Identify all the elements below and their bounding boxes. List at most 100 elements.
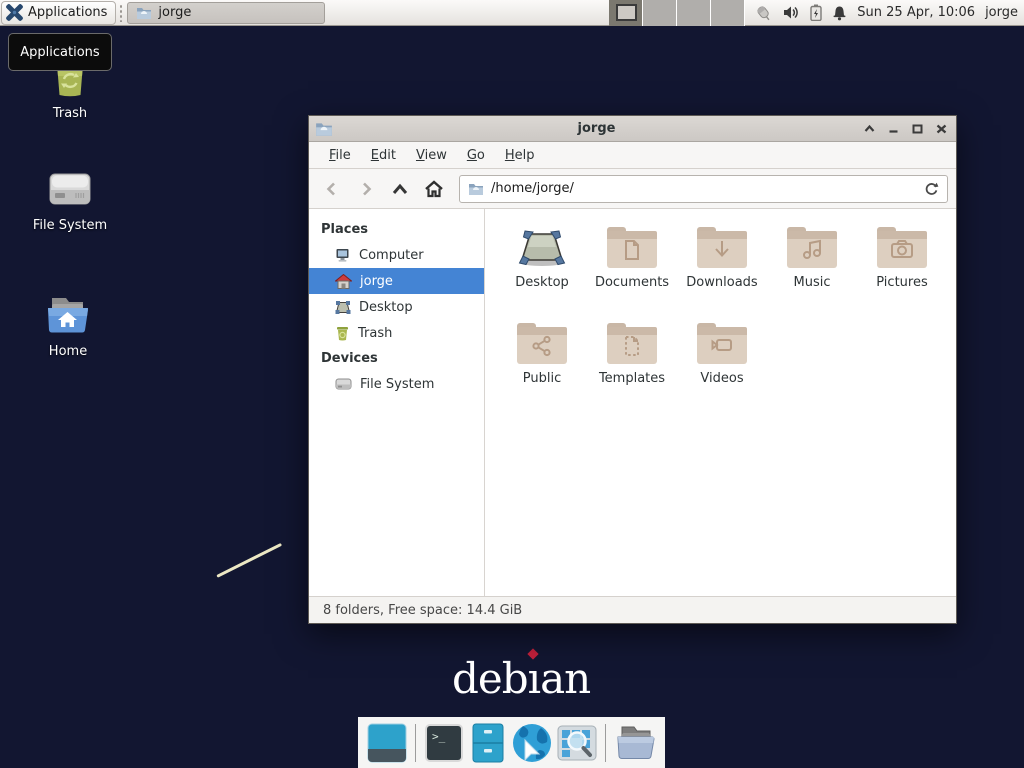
workspace-switcher — [609, 0, 745, 26]
file-item-downloads[interactable]: Downloads — [677, 227, 767, 323]
terminal-launcher[interactable]: >_ — [424, 722, 464, 764]
panel-clock[interactable]: Sun 25 Apr, 10:06 — [857, 5, 975, 20]
sidebar-item-trash[interactable]: Trash — [309, 320, 484, 346]
sidebar-item-label: jorge — [360, 274, 393, 289]
applications-menu-button[interactable]: Applications — [1, 1, 116, 25]
maximize-button[interactable] — [908, 120, 926, 138]
file-item-music[interactable]: Music — [767, 227, 857, 323]
debian-wallpaper-logo: debıan — [452, 658, 590, 700]
workspace-window-thumbnail — [616, 4, 637, 21]
taskbar-window-label: jorge — [158, 5, 191, 20]
menu-file[interactable]: File — [319, 144, 361, 167]
file-item-label: Pictures — [876, 275, 927, 290]
file-item-label: Desktop — [515, 275, 569, 290]
toolbar: /home/jorge/ — [309, 169, 956, 209]
desktop-icon-file-system[interactable]: File System — [22, 170, 118, 233]
public-folder-icon — [517, 323, 567, 364]
hard-drive-icon — [335, 377, 352, 391]
computer-icon — [335, 248, 351, 263]
pictures-folder-icon — [877, 227, 927, 268]
file-item-documents[interactable]: Documents — [587, 227, 677, 323]
sidebar-header-places: Places — [309, 217, 484, 242]
status-bar: 8 folders, Free space: 14.4 GiB — [309, 596, 956, 623]
file-item-label: Public — [523, 371, 561, 386]
sidebar-item-desktop[interactable]: Desktop — [309, 294, 484, 320]
directory-menu-launcher[interactable] — [614, 722, 656, 764]
home-icon — [335, 274, 352, 289]
file-item-label: Downloads — [686, 275, 757, 290]
sidebar-item-label: Trash — [358, 326, 392, 341]
desktop-icon-label: File System — [33, 218, 107, 233]
notifications-bell-icon[interactable] — [832, 5, 847, 21]
window-controls — [860, 120, 950, 138]
terminal-prompt-glyph: >_ — [432, 730, 446, 743]
music-folder-icon — [787, 227, 837, 268]
file-item-label: Documents — [595, 275, 669, 290]
volume-icon[interactable] — [783, 5, 800, 20]
location-bar[interactable]: /home/jorge/ — [459, 175, 948, 203]
tooltip-text: Applications — [20, 45, 99, 60]
menu-view[interactable]: View — [406, 144, 457, 167]
desktop-icon — [335, 300, 351, 315]
shade-button[interactable] — [860, 120, 878, 138]
sidebar-item-jorge-home[interactable]: jorge — [309, 268, 484, 294]
window-title: jorge — [333, 121, 860, 136]
file-item-templates[interactable]: Templates — [587, 323, 677, 419]
panel-username[interactable]: jorge — [985, 5, 1018, 20]
close-button[interactable] — [932, 120, 950, 138]
home-button[interactable] — [419, 175, 449, 203]
menu-go[interactable]: Go — [457, 144, 495, 167]
reload-icon[interactable] — [924, 181, 939, 196]
file-item-label: Music — [794, 275, 831, 290]
workspace-4[interactable] — [711, 0, 745, 26]
sidebar: Places Computer — [309, 209, 485, 596]
folder-icon — [136, 6, 152, 20]
sidebar-item-label: File System — [360, 377, 434, 392]
workspace-3[interactable] — [677, 0, 711, 26]
minimize-button[interactable] — [884, 120, 902, 138]
file-manager-launcher[interactable] — [468, 722, 507, 764]
debian-logo-text: deb — [452, 654, 528, 703]
battery-icon[interactable] — [810, 4, 822, 21]
sidebar-item-label: Computer — [359, 248, 424, 263]
sidebar-item-file-system[interactable]: File System — [309, 371, 484, 397]
window-icon-folder — [315, 121, 333, 137]
debian-logo-text: ı — [528, 654, 540, 703]
desktop-icon-label: Trash — [53, 106, 87, 121]
panel-grip-handle[interactable] — [119, 4, 124, 22]
desktop-icon-home[interactable]: Home — [20, 294, 116, 359]
hard-drive-icon — [46, 170, 94, 210]
menu-bar: File Edit View Go Help — [309, 142, 956, 169]
file-item-pictures[interactable]: Pictures — [857, 227, 947, 323]
menu-edit[interactable]: Edit — [361, 144, 406, 167]
xfce-menu-icon — [6, 4, 23, 21]
menu-help[interactable]: Help — [495, 144, 545, 167]
file-manager-window: jorge File Edit View Go Help — [308, 115, 957, 624]
workspace-1[interactable] — [609, 0, 643, 26]
system-tray — [753, 4, 847, 22]
forward-button[interactable] — [351, 175, 381, 203]
dock-separator — [415, 724, 416, 762]
file-item-label: Templates — [599, 371, 665, 386]
taskbar-window-button[interactable]: jorge — [127, 2, 325, 24]
window-titlebar[interactable]: jorge — [309, 116, 956, 142]
show-desktop-button[interactable] — [367, 722, 407, 764]
mouse-icon[interactable] — [753, 4, 773, 22]
sidebar-item-computer[interactable]: Computer — [309, 242, 484, 268]
web-browser-launcher[interactable] — [511, 722, 553, 764]
current-path[interactable]: /home/jorge/ — [491, 181, 917, 196]
app-finder-launcher[interactable] — [557, 722, 597, 764]
top-panel: Applications jorge — [0, 0, 1024, 26]
dock-separator — [605, 724, 606, 762]
back-button[interactable] — [317, 175, 347, 203]
up-button[interactable] — [385, 175, 415, 203]
debian-logo-text: an — [540, 654, 590, 703]
file-item-videos[interactable]: Videos — [677, 323, 767, 419]
downloads-folder-icon — [697, 227, 747, 268]
file-item-desktop[interactable]: Desktop — [497, 227, 587, 323]
window-body: Places Computer — [309, 209, 956, 596]
workspace-2[interactable] — [643, 0, 677, 26]
applications-menu-label: Applications — [28, 5, 107, 20]
file-item-public[interactable]: Public — [497, 323, 587, 419]
videos-folder-icon — [697, 323, 747, 364]
